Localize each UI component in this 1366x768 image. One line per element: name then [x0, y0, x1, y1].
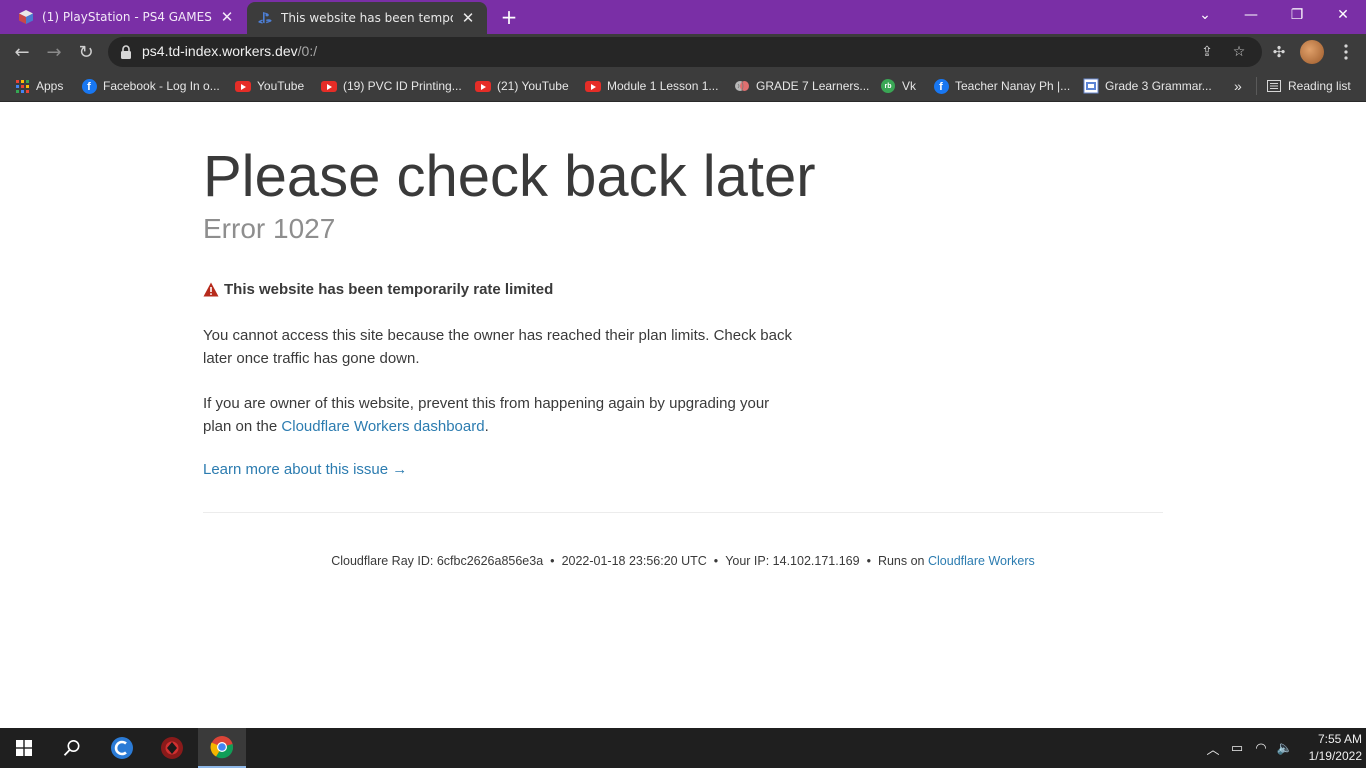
tab-rate-limited[interactable]: This website has been temporarily ✕	[247, 2, 487, 34]
bookmark-facebook[interactable]: f Facebook - Log In o...	[81, 76, 220, 96]
search-icon[interactable]	[48, 728, 96, 768]
bookmark-grade-3-grammar[interactable]: Grade 3 Grammar...	[1083, 76, 1212, 96]
cloudflare-workers-dashboard-link[interactable]: Cloudflare Workers dashboard	[281, 418, 484, 435]
browser-toolbar: ← → ↻ ps4.td-index.workers.dev/0:/ ⇪ ☆ ✣	[0, 34, 1366, 70]
youtube-icon	[235, 78, 251, 94]
bookmark-teacher-nanay[interactable]: f Teacher Nanay Ph |...	[933, 76, 1070, 96]
tab-strip: (1) PlayStation - PS4 GAMES | DI ✕ This …	[0, 0, 1366, 34]
warning-icon	[203, 282, 219, 297]
clock-date: 1/19/2022	[1308, 749, 1362, 763]
warning-message: This website has been temporarily rate l…	[203, 281, 553, 298]
show-hidden-icons-chevron[interactable]: ︿	[1204, 739, 1222, 758]
facebook-icon: f	[933, 78, 949, 94]
restore-icon[interactable]: ❐	[1274, 0, 1320, 30]
back-button[interactable]: ←	[8, 38, 36, 66]
playstation-cube-icon	[18, 9, 34, 25]
minimize-icon[interactable]: —	[1228, 0, 1274, 30]
forward-button[interactable]: →	[40, 38, 68, 66]
url-host: ps4.td-index.workers.dev	[142, 43, 298, 59]
address-bar[interactable]: ps4.td-index.workers.dev/0:/ ⇪ ☆	[108, 37, 1262, 67]
divider	[203, 512, 1163, 513]
extensions-puzzle-icon[interactable]: ✣	[1267, 40, 1291, 64]
separator: •	[550, 554, 555, 568]
url-path: /0:/	[297, 43, 318, 59]
bookmark-label: (21) YouTube	[497, 79, 569, 93]
facebook-icon: f	[81, 78, 97, 94]
separator: •	[713, 554, 719, 568]
reload-button[interactable]: ↻	[72, 38, 100, 66]
lock-icon[interactable]	[120, 45, 132, 59]
runs-on-label: Runs on	[877, 554, 925, 568]
youtube-icon	[475, 78, 491, 94]
playstation-logo-icon	[257, 10, 273, 26]
windows-taskbar: ︿ ▭ ◠ 🔈 7:55 AM 1/19/2022	[0, 728, 1366, 768]
ray-id: Cloudflare Ray ID: 6cfbc2626a856e3a	[331, 554, 544, 568]
tab-search-dropdown-icon[interactable]: ⌄	[1182, 0, 1228, 30]
bookmark-label: Apps	[36, 79, 64, 93]
bookmarks-divider	[1256, 77, 1257, 95]
cloudflare-workers-link[interactable]: Cloudflare Workers	[928, 554, 1035, 568]
separator: •	[866, 554, 871, 568]
bookmarks-overflow-button[interactable]: »	[1234, 76, 1242, 96]
share-icon[interactable]: ⇪	[1197, 42, 1217, 62]
bookmark-label: Grade 3 Grammar...	[1105, 79, 1212, 93]
bookmark-label: Vk	[902, 79, 917, 93]
window-close-icon[interactable]: ✕	[1320, 0, 1366, 30]
reading-list-label: Reading list	[1288, 79, 1351, 93]
timestamp: 2022-01-18 23:56:20 UTC	[561, 554, 707, 568]
close-tab-icon[interactable]: ✕	[459, 9, 477, 27]
bookmark-grade-7-learners[interactable]: GRADE 7 Learners...	[734, 76, 869, 96]
youtube-icon	[585, 78, 601, 94]
taskbar-clock[interactable]: 7:55 AM 1/19/2022	[1296, 731, 1362, 765]
owner-text-end: .	[484, 417, 489, 435]
tab-title: This website has been temporarily	[281, 11, 453, 25]
bookmark-label: Teacher Nanay Ph |...	[955, 79, 1071, 93]
close-tab-icon[interactable]: ✕	[218, 8, 236, 26]
vk-icon: rb	[880, 78, 896, 94]
apps-grid-icon	[14, 78, 30, 94]
owner-paragraph: If you are owner of this website, preven…	[203, 393, 793, 438]
footer: Cloudflare Ray ID: 6cfbc2626a856e3a • 2022…	[0, 554, 1366, 568]
new-tab-button[interactable]: +	[498, 5, 520, 29]
profile-avatar[interactable]	[1300, 40, 1324, 64]
ccleaner-icon[interactable]	[98, 728, 146, 768]
reading-list-icon	[1266, 78, 1282, 94]
bookmark-label: Module 1 Lesson 1...	[607, 79, 719, 93]
brain-icon	[734, 78, 750, 94]
reading-list-button[interactable]: Reading list	[1266, 76, 1351, 96]
warning-text: This website has been temporarily rate l…	[224, 281, 554, 298]
wifi-icon[interactable]: ◠	[1252, 739, 1270, 757]
bookmark-vk[interactable]: rb Vk	[880, 76, 916, 96]
bookmark-apps[interactable]: Apps	[14, 76, 63, 96]
bookmarks-bar: Apps f Facebook - Log In o... YouTube (1…	[0, 70, 1366, 102]
windows-start-icon[interactable]	[0, 728, 48, 768]
page-title: Please check back later	[203, 144, 816, 209]
bookmark-pvc-id-printing[interactable]: (19) PVC ID Printing...	[321, 76, 462, 96]
volume-icon[interactable]: 🔈	[1276, 739, 1294, 757]
chrome-icon[interactable]	[198, 728, 246, 768]
bookmark-21-youtube[interactable]: (21) YouTube	[475, 76, 569, 96]
bookmark-label: YouTube	[257, 79, 305, 93]
clock-time: 7:55 AM	[1317, 732, 1362, 746]
bookmark-module-1-lesson[interactable]: Module 1 Lesson 1...	[585, 76, 718, 96]
game-app-icon[interactable]	[148, 728, 196, 768]
document-icon	[1083, 78, 1099, 94]
bookmark-star-icon[interactable]: ☆	[1229, 42, 1249, 62]
bookmark-youtube[interactable]: YouTube	[235, 76, 304, 96]
battery-icon[interactable]: ▭	[1228, 739, 1246, 757]
bookmark-label: GRADE 7 Learners...	[756, 79, 870, 93]
learn-more-link[interactable]: Learn more about this issue →	[203, 461, 407, 478]
bookmark-label: Facebook - Log In o...	[103, 79, 220, 93]
tab-playstation-games[interactable]: (1) PlayStation - PS4 GAMES | DI ✕	[8, 0, 246, 34]
url-text[interactable]: ps4.td-index.workers.dev/0:/	[142, 43, 317, 59]
page-content: Please check back later Error 1027 This …	[0, 103, 1366, 728]
explanation-paragraph: You cannot access this site because the …	[203, 327, 792, 367]
visitor-ip: Your IP: 14.102.171.169	[725, 554, 860, 568]
tab-title: (1) PlayStation - PS4 GAMES | DI	[42, 10, 212, 24]
menu-kebab-icon[interactable]	[1334, 40, 1358, 64]
error-code: Error 1027	[203, 213, 336, 244]
bookmark-label: (19) PVC ID Printing...	[343, 79, 462, 93]
youtube-icon	[321, 78, 337, 94]
